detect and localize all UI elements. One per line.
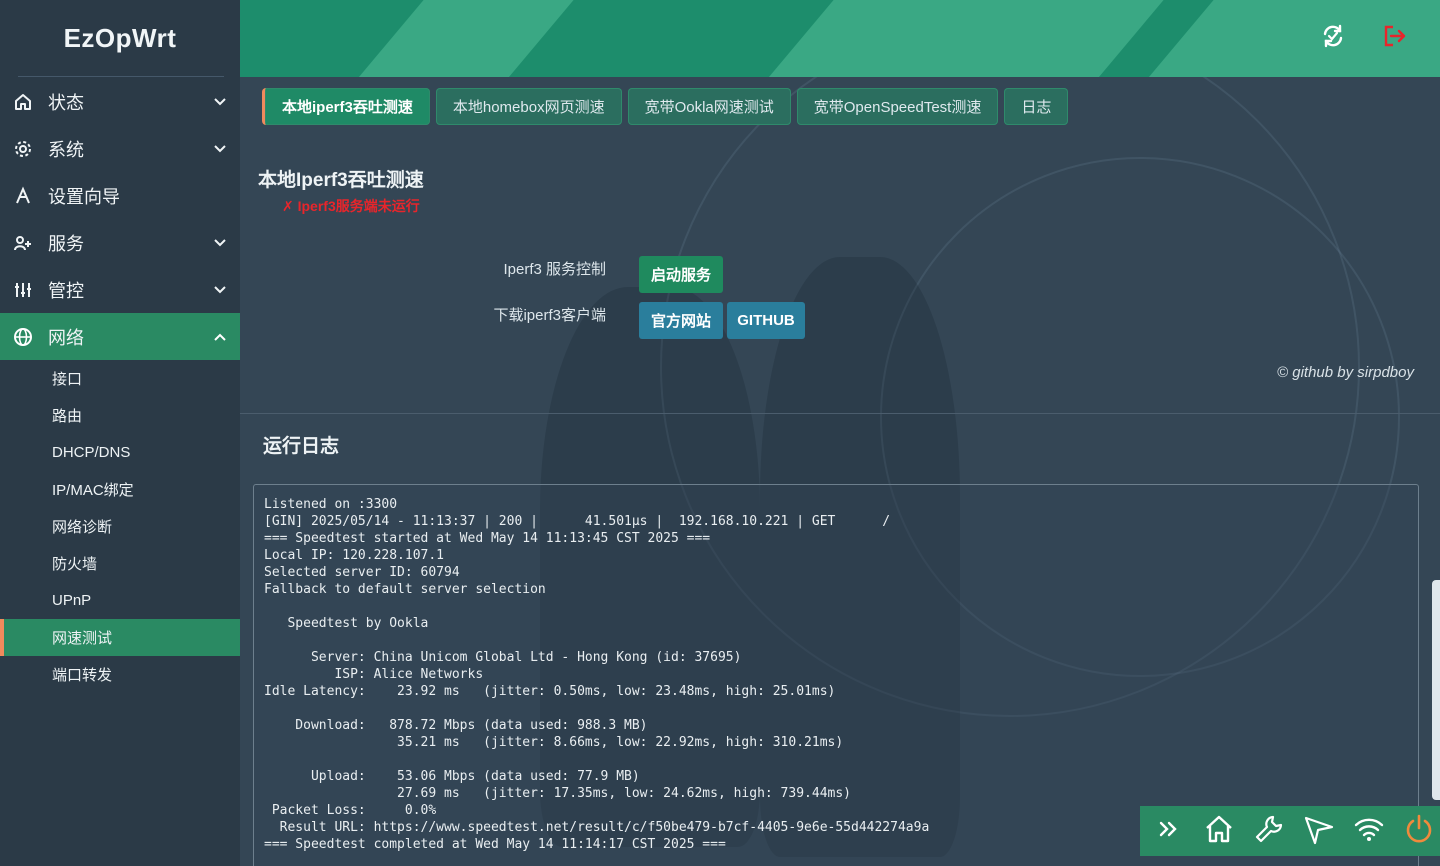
send-button[interactable] bbox=[1302, 815, 1335, 848]
home-button[interactable] bbox=[1202, 815, 1235, 848]
chevron-down-icon bbox=[214, 284, 226, 296]
sidebar-subitem-dhcp-dns[interactable]: DHCP/DNS bbox=[0, 434, 240, 471]
log-line: Selected server ID: 60794 bbox=[264, 565, 460, 580]
tab-bar: 本地iperf3吞吐测速 本地homebox网页测速 宽带Ookla网速测试 宽… bbox=[262, 88, 1069, 125]
log-line: 35.21 ms (jitter: 8.66ms, low: 22.92ms, … bbox=[264, 735, 844, 750]
log-line: Download: 878.72 Mbps (data used: 988.3 … bbox=[264, 718, 648, 733]
sidebar-subitem-diagnostics[interactable]: 网络诊断 bbox=[0, 508, 240, 545]
log-line: Fallback to default server selection bbox=[264, 582, 546, 597]
user-plus-icon bbox=[12, 232, 34, 254]
log-line: Server: China Unicom Global Ltd - Hong K… bbox=[264, 650, 742, 665]
sidebar-item-label: 状态 bbox=[48, 92, 84, 113]
sidebar-subitem-port-forward[interactable]: 端口转发 bbox=[0, 656, 240, 693]
header-stripe bbox=[758, 0, 1172, 77]
globe-icon bbox=[12, 326, 34, 348]
chevron-down-icon bbox=[214, 237, 226, 249]
sidebar-subitem-speedtest[interactable]: 网速测试 bbox=[0, 619, 240, 656]
log-line: Listened on :3300 bbox=[264, 497, 398, 512]
sidebar-item-label: 系统 bbox=[48, 139, 84, 160]
github-button[interactable]: GITHUB bbox=[727, 302, 805, 339]
power-button[interactable] bbox=[1402, 813, 1435, 850]
wifi-button[interactable] bbox=[1352, 815, 1385, 848]
sidebar-item-services[interactable]: 服务 bbox=[0, 219, 240, 266]
refresh-button[interactable] bbox=[1319, 24, 1347, 52]
chevron-up-icon bbox=[214, 331, 226, 343]
home-icon bbox=[1203, 813, 1235, 850]
log-line: Upload: 53.06 Mbps (data used: 77.9 MB) bbox=[264, 769, 640, 784]
section-title: 本地Iperf3吞吐测速 bbox=[258, 170, 424, 191]
tools-button[interactable] bbox=[1252, 815, 1285, 848]
sidebar-item-control[interactable]: 管控 bbox=[0, 266, 240, 313]
sidebar-subitem-upnp[interactable]: UPnP bbox=[0, 582, 240, 619]
log-line: === Speedtest started at Wed May 14 11:1… bbox=[264, 531, 711, 546]
sidebar-subitem-interfaces[interactable]: 接口 bbox=[0, 360, 240, 397]
wrench-icon bbox=[1253, 813, 1285, 850]
chevron-down-icon bbox=[214, 96, 226, 108]
tab-ookla[interactable]: 宽带Ookla网速测试 bbox=[627, 88, 791, 125]
wifi-icon bbox=[1353, 813, 1385, 850]
log-line: Speedtest by Ookla bbox=[264, 616, 429, 631]
sidebar-subitem-ip-mac-binding[interactable]: IP/MAC绑定 bbox=[0, 471, 240, 508]
gear-icon bbox=[12, 138, 34, 160]
sidebar-item-status[interactable]: 状态 bbox=[0, 78, 240, 125]
brand-divider bbox=[18, 76, 224, 77]
chevron-down-icon bbox=[214, 143, 226, 155]
sidebar-item-system[interactable]: 系统 bbox=[0, 125, 240, 172]
credit-text: © github by sirpdboy bbox=[1277, 364, 1414, 381]
sidebar-item-label: 管控 bbox=[48, 280, 84, 301]
log-line: Idle Latency: 23.92 ms (jitter: 0.50ms, … bbox=[264, 684, 836, 699]
send-icon bbox=[1303, 813, 1335, 850]
tab-openspeedtest[interactable]: 宽带OpenSpeedTest测速 bbox=[796, 88, 999, 125]
service-control-label: Iperf3 服务控制 bbox=[503, 261, 606, 278]
section-divider bbox=[240, 413, 1440, 414]
official-site-button[interactable]: 官方网站 bbox=[639, 302, 723, 339]
collapse-toolbar-button[interactable] bbox=[1152, 815, 1185, 848]
service-status: ✗ Iperf3服务端未运行 bbox=[282, 198, 420, 214]
sidebar-subitem-routes[interactable]: 路由 bbox=[0, 397, 240, 434]
log-line: [GIN] 2025/05/14 - 11:13:37 | 200 | 41.5… bbox=[264, 514, 891, 529]
sidebar-item-network[interactable]: 网络 bbox=[0, 313, 240, 360]
log-line: ISP: Alice Networks bbox=[264, 667, 484, 682]
log-title: 运行日志 bbox=[263, 436, 340, 457]
download-client-label: 下载iperf3客户端 bbox=[493, 307, 606, 324]
logout-icon bbox=[1382, 23, 1408, 54]
sidebar-item-wizard[interactable]: 设置向导 bbox=[0, 172, 240, 219]
header-stripe bbox=[348, 0, 582, 77]
tab-homebox[interactable]: 本地homebox网页测速 bbox=[435, 88, 622, 125]
log-line: Local IP: 120.228.107.1 bbox=[264, 548, 445, 563]
tab-log[interactable]: 日志 bbox=[1004, 88, 1069, 125]
tab-iperf3[interactable]: 本地iperf3吞吐测速 bbox=[262, 88, 430, 125]
sidebar-item-label: 设置向导 bbox=[48, 186, 120, 207]
log-line: 27.69 ms (jitter: 17.35ms, low: 24.62ms,… bbox=[264, 786, 851, 801]
sliders-icon bbox=[12, 279, 34, 301]
logout-button[interactable] bbox=[1381, 24, 1409, 52]
network-submenu: 接口 路由 DHCP/DNS IP/MAC绑定 网络诊断 防火墙 UPnP 网速… bbox=[0, 360, 240, 693]
sidebar-item-label: 服务 bbox=[48, 233, 84, 254]
scrollbar[interactable] bbox=[1432, 580, 1440, 800]
power-icon bbox=[1403, 813, 1435, 850]
home-icon bbox=[12, 91, 34, 113]
sidebar-menu: 状态 系统 设置向导 服务 管控 网络 接口 路由 DHCP/DNS IP/MA… bbox=[0, 78, 240, 693]
sidebar-subitem-firewall[interactable]: 防火墙 bbox=[0, 545, 240, 582]
sidebar-item-label: 网络 bbox=[48, 327, 84, 348]
double-chevron-right-icon bbox=[1156, 816, 1182, 847]
start-service-button[interactable]: 启动服务 bbox=[639, 256, 723, 293]
quick-toolbar bbox=[1140, 806, 1440, 856]
sidebar: EzOpWrt 状态 系统 设置向导 服务 管控 网络 接口 路由 DHCP/D… bbox=[0, 0, 240, 866]
refresh-icon bbox=[1320, 23, 1346, 54]
wizard-icon bbox=[12, 185, 34, 207]
top-header bbox=[240, 0, 1440, 77]
main-content: 本地iperf3吞吐测速 本地homebox网页测速 宽带Ookla网速测试 宽… bbox=[240, 77, 1440, 866]
brand-logo[interactable]: EzOpWrt bbox=[0, 0, 240, 76]
